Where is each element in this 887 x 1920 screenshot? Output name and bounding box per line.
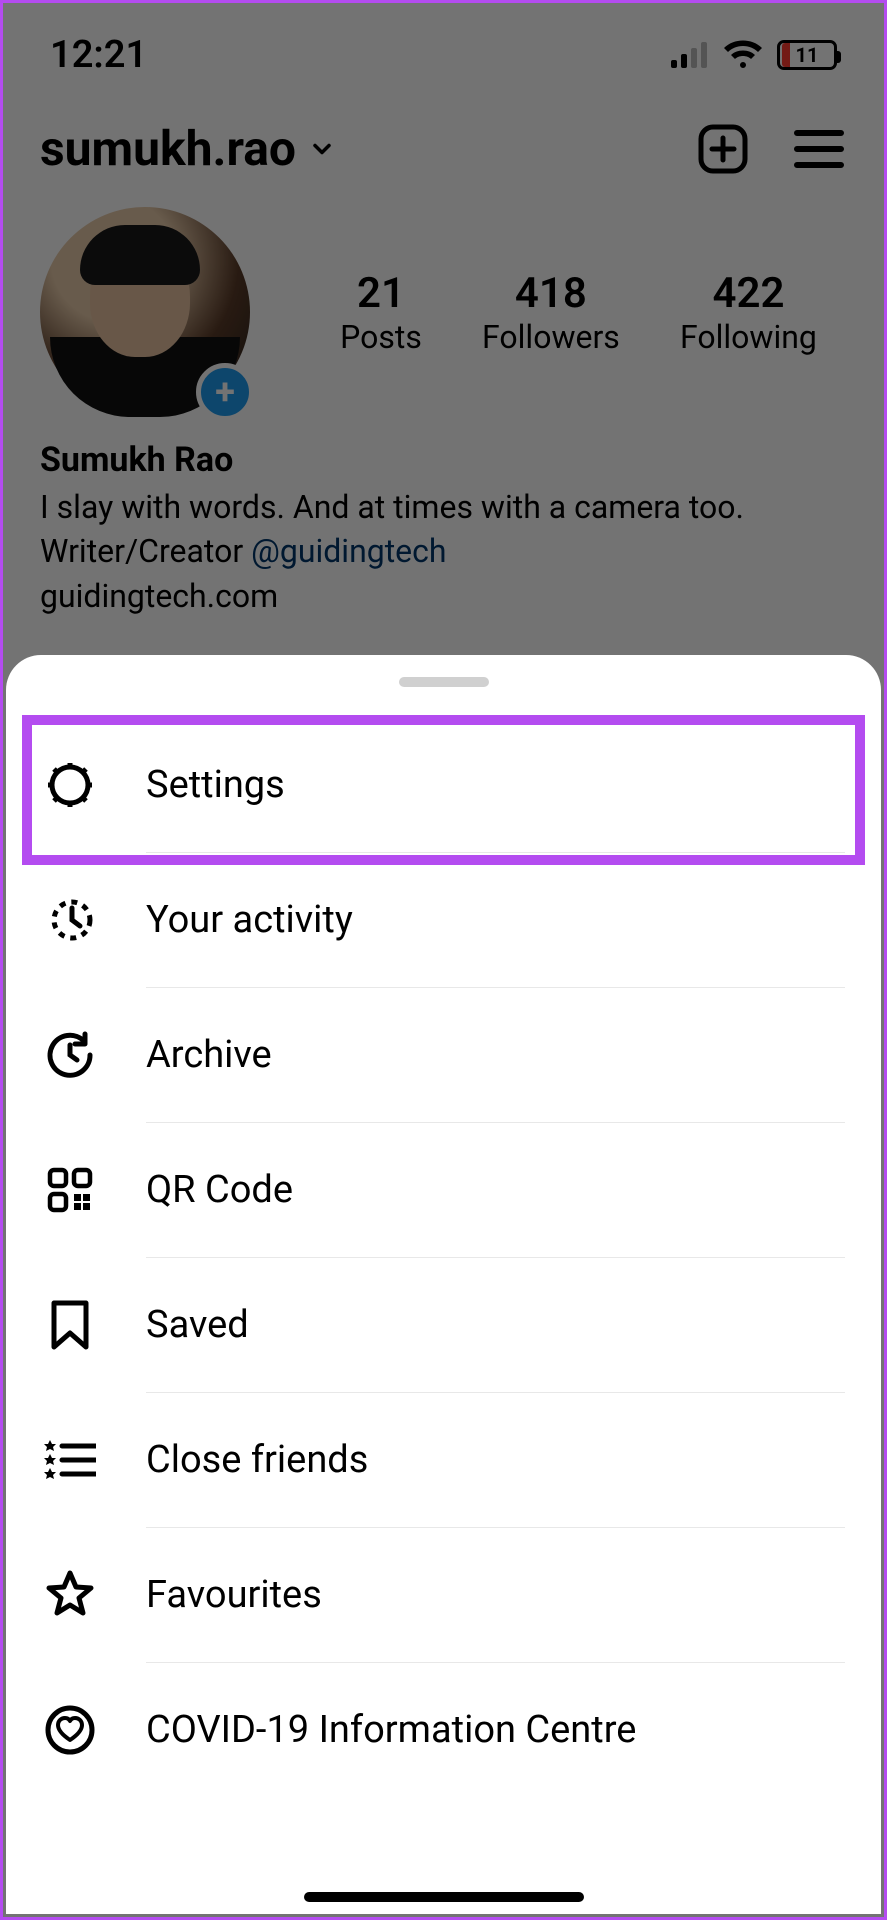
menu-item-label: Your activity	[146, 898, 353, 942]
menu-item-label: Archive	[146, 1033, 272, 1077]
heart-info-icon	[42, 1702, 98, 1758]
menu-item-qr-code[interactable]: QR Code	[42, 1122, 845, 1257]
menu-bottom-sheet: Settings Your activity Archive QR Code S	[6, 655, 881, 1914]
archive-icon	[42, 1027, 98, 1083]
menu-item-label: Favourites	[146, 1573, 322, 1617]
menu-item-label: QR Code	[146, 1168, 293, 1212]
menu-item-label: Saved	[146, 1303, 249, 1347]
gear-icon	[42, 757, 98, 813]
qr-code-icon	[42, 1162, 98, 1218]
menu-item-favourites[interactable]: Favourites	[42, 1527, 845, 1662]
home-indicator[interactable]	[304, 1892, 584, 1902]
menu-item-label: COVID-19 Information Centre	[146, 1708, 636, 1752]
bookmark-icon	[42, 1297, 98, 1353]
menu-item-archive[interactable]: Archive	[42, 987, 845, 1122]
menu-item-label: Close friends	[146, 1438, 368, 1482]
star-icon	[42, 1567, 98, 1623]
sheet-grabber[interactable]	[399, 677, 489, 687]
menu-item-your-activity[interactable]: Your activity	[42, 852, 845, 987]
activity-icon	[42, 892, 98, 948]
menu-item-saved[interactable]: Saved	[42, 1257, 845, 1392]
menu-item-settings[interactable]: Settings	[42, 717, 845, 852]
menu-item-label: Settings	[146, 763, 285, 807]
menu-item-close-friends[interactable]: Close friends	[42, 1392, 845, 1527]
menu-item-covid-info[interactable]: COVID-19 Information Centre	[42, 1662, 845, 1797]
close-friends-icon	[42, 1432, 98, 1488]
